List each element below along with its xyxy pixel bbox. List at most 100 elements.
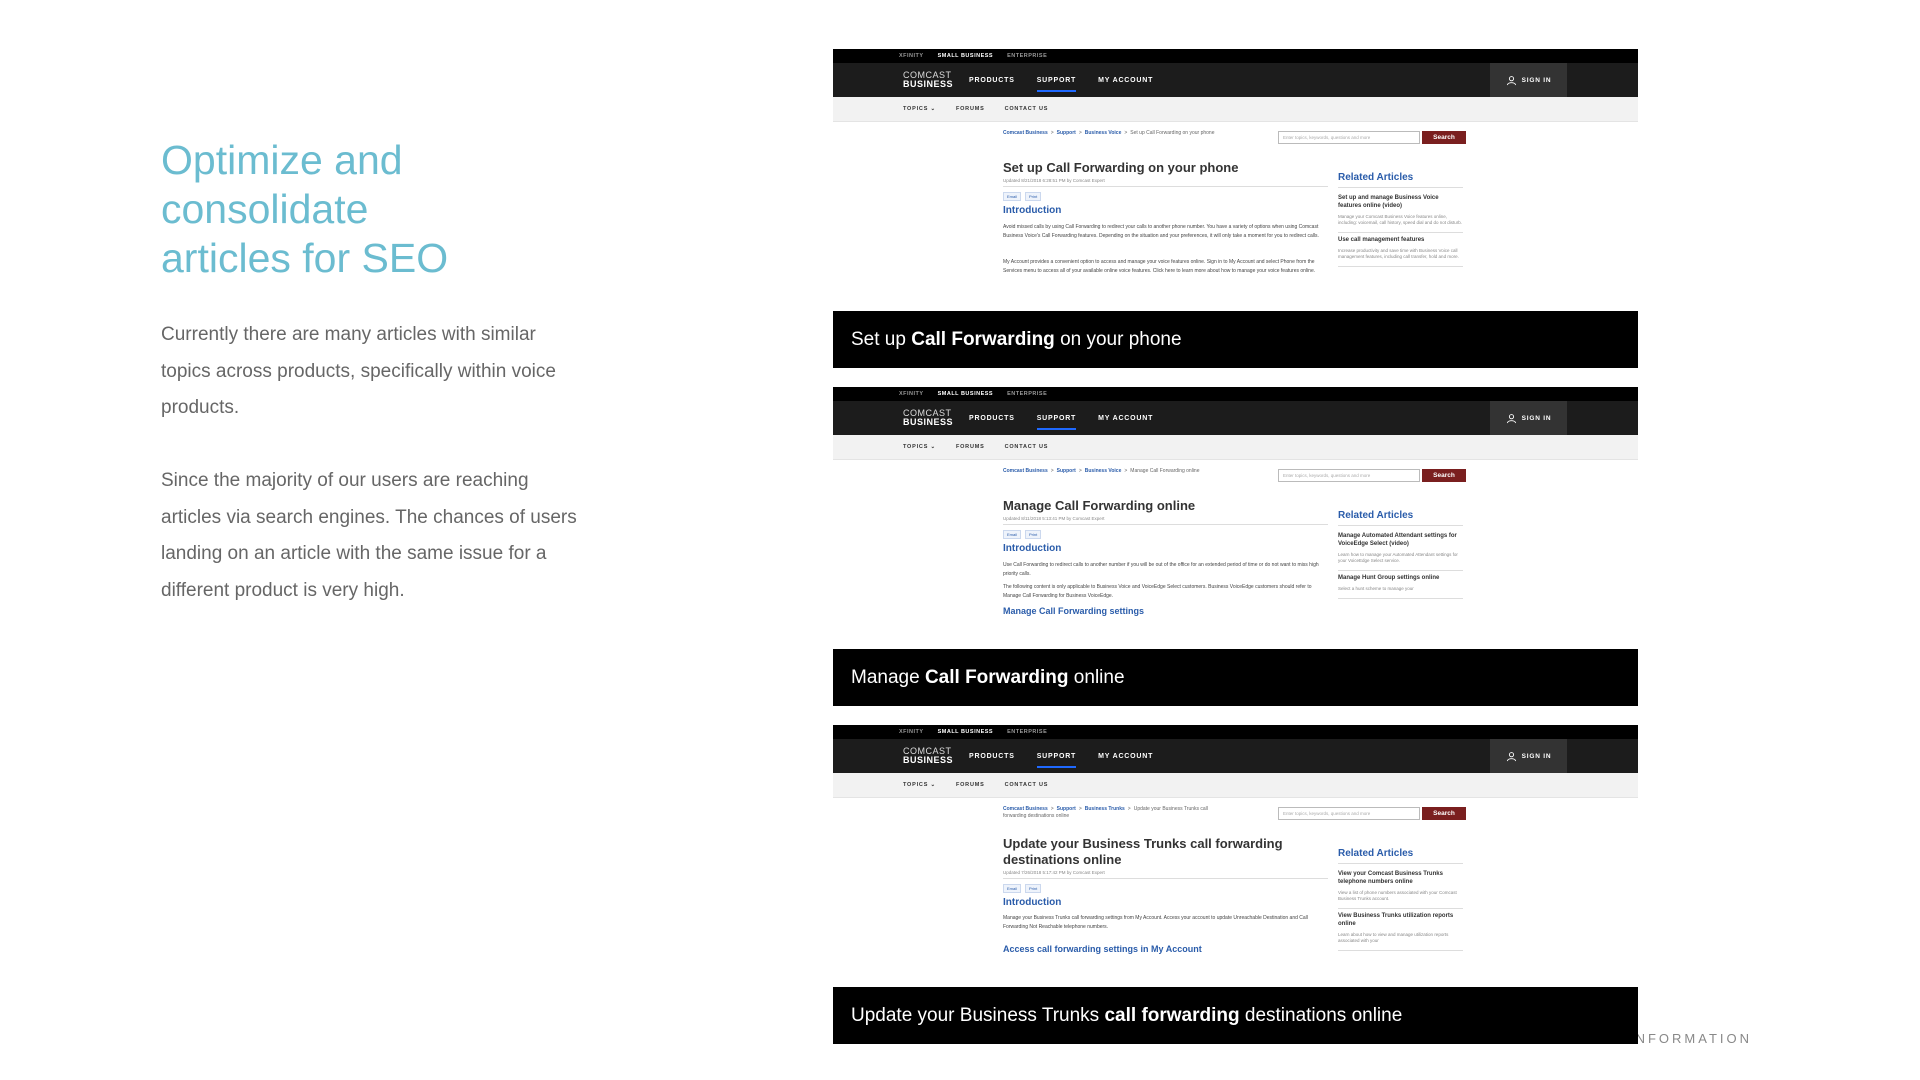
comcast-business-logo[interactable]: COMCAST BUSINESS [903, 409, 969, 427]
email-button[interactable]: Email [1003, 884, 1022, 893]
utility-bar: XFINITY SMALL BUSINESS ENTERPRISE [833, 725, 1638, 739]
util-link-small-business[interactable]: SMALL BUSINESS [938, 729, 994, 735]
article-heading: Set up Call Forwarding on your phone [1003, 160, 1239, 175]
breadcrumb-link[interactable]: Business Voice [1085, 130, 1122, 136]
related-article-link[interactable]: Use call management features [1338, 236, 1463, 244]
related-article-link[interactable]: Manage Automated Attendant settings for … [1338, 532, 1463, 548]
related-heading: Related Articles [1338, 510, 1463, 526]
article-body: My Account provides a convenient option … [1003, 259, 1316, 274]
nav-support[interactable]: SUPPORT [1036, 77, 1077, 92]
subnav-forums[interactable]: FORUMS [956, 106, 985, 112]
util-link-xfinity[interactable]: XFINITY [899, 729, 924, 735]
article-content: Comcast Business > Support > Business Voice >… [833, 122, 1638, 302]
introduction-heading: Introduction [1003, 543, 1062, 554]
top-navigation: COMCAST BUSINESS PRODUCTS SUPPORT MY ACC… [833, 739, 1638, 773]
nav-products[interactable]: PRODUCTS [969, 753, 1015, 760]
util-link-small-business[interactable]: SMALL BUSINESS [938, 53, 994, 59]
introduction-heading: Introduction [1003, 897, 1062, 908]
user-icon [1506, 75, 1516, 85]
sign-in-button[interactable]: SIGN IN [1490, 63, 1567, 97]
divider [1003, 186, 1328, 187]
breadcrumb-link[interactable]: Business Trunks [1085, 806, 1125, 812]
article-heading: Manage Call Forwarding online [1003, 498, 1196, 513]
subnav-contact-us[interactable]: CONTACT US [1005, 782, 1049, 788]
user-icon [1506, 413, 1516, 423]
sub-navigation: TOPICS ⌄ FORUMS CONTACT US [833, 773, 1638, 798]
search-button[interactable]: Search [1422, 131, 1466, 144]
comcast-business-logo[interactable]: COMCAST BUSINESS [903, 747, 969, 765]
article-updated: Updated 8/11/2018 5:13:41 PM by Comcast … [1003, 516, 1105, 521]
subnav-contact-us[interactable]: CONTACT US [1005, 444, 1049, 450]
screenshot-caption: Manage Call Forwarding online [833, 649, 1638, 706]
search-button[interactable]: Search [1422, 807, 1466, 820]
article-updated: Updated 8/21/2018 6:28:51 PM by Comcast … [1003, 178, 1105, 183]
subnav-forums[interactable]: FORUMS [956, 444, 985, 450]
related-article-desc: Learn how to manage your Automated Atten… [1338, 552, 1463, 571]
utility-bar: XFINITY SMALL BUSINESS ENTERPRISE [833, 49, 1638, 63]
print-button[interactable]: Print [1025, 192, 1042, 201]
subnav-forums[interactable]: FORUMS [956, 782, 985, 788]
related-heading: Related Articles [1338, 848, 1463, 864]
logo-line-2: BUSINESS [903, 79, 954, 89]
comcast-business-logo[interactable]: COMCAST BUSINESS [903, 71, 969, 89]
email-button[interactable]: Email [1003, 192, 1022, 201]
related-article-desc: Increase productivity and save time with… [1338, 248, 1463, 267]
slide-paragraph-2: Since the majority of our users are reac… [161, 470, 577, 601]
breadcrumb-link[interactable]: Comcast Business [1003, 468, 1048, 474]
breadcrumb-link[interactable]: Comcast Business [1003, 806, 1048, 812]
slide-paragraph-1: Currently there are many articles with s… [161, 324, 556, 418]
breadcrumb: Comcast Business > Support > Business Voice >… [1003, 468, 1200, 474]
search-input[interactable]: Enter topics, keywords, questions and mo… [1278, 807, 1420, 820]
search-input[interactable]: Enter topics, keywords, questions and mo… [1278, 131, 1420, 144]
util-link-enterprise[interactable]: ENTERPRISE [1007, 391, 1047, 397]
article-screenshot-2: XFINITY SMALL BUSINESS ENTERPRISE COMCAS… [833, 387, 1638, 706]
article-screenshot-3: XFINITY SMALL BUSINESS ENTERPRISE COMCAS… [833, 725, 1638, 1044]
breadcrumb-link[interactable]: Support [1057, 806, 1076, 812]
breadcrumb-current: Manage Call Forwarding online [1130, 468, 1200, 474]
email-button[interactable]: Email [1003, 530, 1022, 539]
related-article-link[interactable]: Set up and manage Business Voice feature… [1338, 194, 1463, 210]
nav-products[interactable]: PRODUCTS [969, 77, 1015, 84]
sign-in-button[interactable]: SIGN IN [1490, 401, 1567, 435]
article-body: The following content is only applicable… [1003, 584, 1312, 599]
subnav-topics[interactable]: TOPICS ⌄ [903, 782, 936, 788]
related-article-link[interactable]: View Business Trunks utilization reports… [1338, 912, 1463, 928]
related-article-desc: Select a hunt scheme to manage your [1338, 586, 1463, 599]
logo-line-2: BUSINESS [903, 755, 954, 765]
search-input[interactable]: Enter topics, keywords, questions and mo… [1278, 469, 1420, 482]
nav-products[interactable]: PRODUCTS [969, 415, 1015, 422]
related-article-link[interactable]: View your Comcast Business Trunks teleph… [1338, 870, 1463, 886]
nav-my-account[interactable]: MY ACCOUNT [1098, 753, 1153, 760]
search-button[interactable]: Search [1422, 469, 1466, 482]
breadcrumb-link[interactable]: Comcast Business [1003, 130, 1048, 136]
sign-in-button[interactable]: SIGN IN [1490, 739, 1567, 773]
nav-my-account[interactable]: MY ACCOUNT [1098, 77, 1153, 84]
related-article-desc: Learn about how to view and manage utili… [1338, 932, 1463, 951]
sign-in-label: SIGN IN [1521, 76, 1552, 84]
util-link-enterprise[interactable]: ENTERPRISE [1007, 53, 1047, 59]
share-tools: Email Print [1003, 530, 1042, 539]
breadcrumb-link[interactable]: Support [1057, 130, 1076, 136]
util-link-enterprise[interactable]: ENTERPRISE [1007, 729, 1047, 735]
util-link-small-business[interactable]: SMALL BUSINESS [938, 391, 994, 397]
subnav-contact-us[interactable]: CONTACT US [1005, 106, 1049, 112]
breadcrumb-link[interactable]: Support [1057, 468, 1076, 474]
breadcrumb-link[interactable]: Business Voice [1085, 468, 1122, 474]
related-articles: Related Articles View your Comcast Busin… [1338, 848, 1463, 954]
print-button[interactable]: Print [1025, 530, 1042, 539]
subnav-topics[interactable]: TOPICS ⌄ [903, 444, 936, 450]
slide-title: Optimize and consolidate articles for SE… [161, 136, 601, 283]
nav-support[interactable]: SUPPORT [1036, 415, 1077, 430]
slide-title-line: Optimize and [161, 137, 403, 183]
article-content: Comcast Business > Support > Business Trunks… [833, 798, 1638, 978]
print-button[interactable]: Print [1025, 884, 1042, 893]
nav-my-account[interactable]: MY ACCOUNT [1098, 415, 1153, 422]
related-article-desc: Manage your Comcast Business Voice featu… [1338, 214, 1463, 233]
related-article-link[interactable]: Manage Hunt Group settings online [1338, 574, 1463, 582]
subnav-topics[interactable]: TOPICS ⌄ [903, 106, 936, 112]
utility-bar: XFINITY SMALL BUSINESS ENTERPRISE [833, 387, 1638, 401]
nav-support[interactable]: SUPPORT [1036, 753, 1077, 768]
util-link-xfinity[interactable]: XFINITY [899, 391, 924, 397]
util-link-xfinity[interactable]: XFINITY [899, 53, 924, 59]
article-content: Comcast Business > Support > Business Voice >… [833, 460, 1638, 640]
